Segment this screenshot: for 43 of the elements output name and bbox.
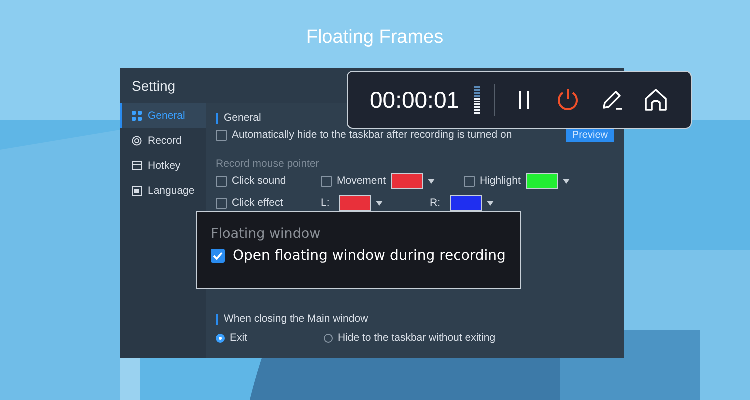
- checkbox[interactable]: [216, 176, 227, 186]
- color-swatch[interactable]: [338, 195, 371, 211]
- check-icon: [213, 252, 223, 260]
- record-icon: [132, 136, 142, 146]
- checkbox[interactable]: [211, 249, 225, 263]
- checkbox-label: Highlight: [480, 175, 521, 187]
- power-icon: [556, 87, 580, 113]
- color-label: L:: [321, 197, 330, 209]
- checkbox[interactable]: [216, 130, 227, 140]
- section-label: Record mouse pointer: [216, 158, 320, 170]
- checkbox-label: Movement: [337, 175, 386, 187]
- radio-button[interactable]: [324, 334, 333, 342]
- caret-icon[interactable]: [376, 200, 383, 206]
- timer: 00:00:01: [370, 86, 460, 114]
- caret-icon[interactable]: [562, 178, 570, 184]
- color-swatch[interactable]: [526, 173, 558, 189]
- checkbox-label: Click sound: [232, 175, 286, 187]
- panel-heading: Floating window: [211, 226, 322, 242]
- checkbox-label: Open floating window during recording: [233, 248, 506, 264]
- section-heading: When closing the Main window: [216, 314, 614, 325]
- keyboard-icon: [132, 160, 142, 170]
- checkbox[interactable]: [216, 198, 227, 208]
- sidebar-item[interactable]: Language: [120, 178, 206, 203]
- checkbox-label: Click effect: [232, 197, 284, 209]
- checkbox[interactable]: [321, 176, 332, 186]
- color-swatch[interactable]: [450, 195, 482, 211]
- level-meter: [474, 86, 480, 114]
- radio-label: Exit: [230, 332, 248, 344]
- color-label: R:: [430, 197, 440, 209]
- checkbox[interactable]: [464, 176, 475, 186]
- caret-icon[interactable]: [428, 178, 436, 184]
- sidebar-item[interactable]: Hotkey: [120, 153, 206, 178]
- checkbox-label: Automatically hide to the taskbar after recording is turned on: [232, 129, 512, 141]
- radio-button[interactable]: [216, 334, 225, 342]
- radio-label: Hide to the taskbar without exiting: [338, 332, 496, 344]
- home-icon: [642, 87, 669, 113]
- color-swatch[interactable]: [391, 173, 424, 189]
- language-icon: [132, 186, 142, 196]
- page-title: Floating Frames: [306, 27, 444, 49]
- caret-icon[interactable]: [486, 200, 494, 206]
- sidebar-item[interactable]: Record: [120, 128, 206, 153]
- window-title: Setting: [132, 78, 176, 94]
- grid-icon: [132, 110, 142, 120]
